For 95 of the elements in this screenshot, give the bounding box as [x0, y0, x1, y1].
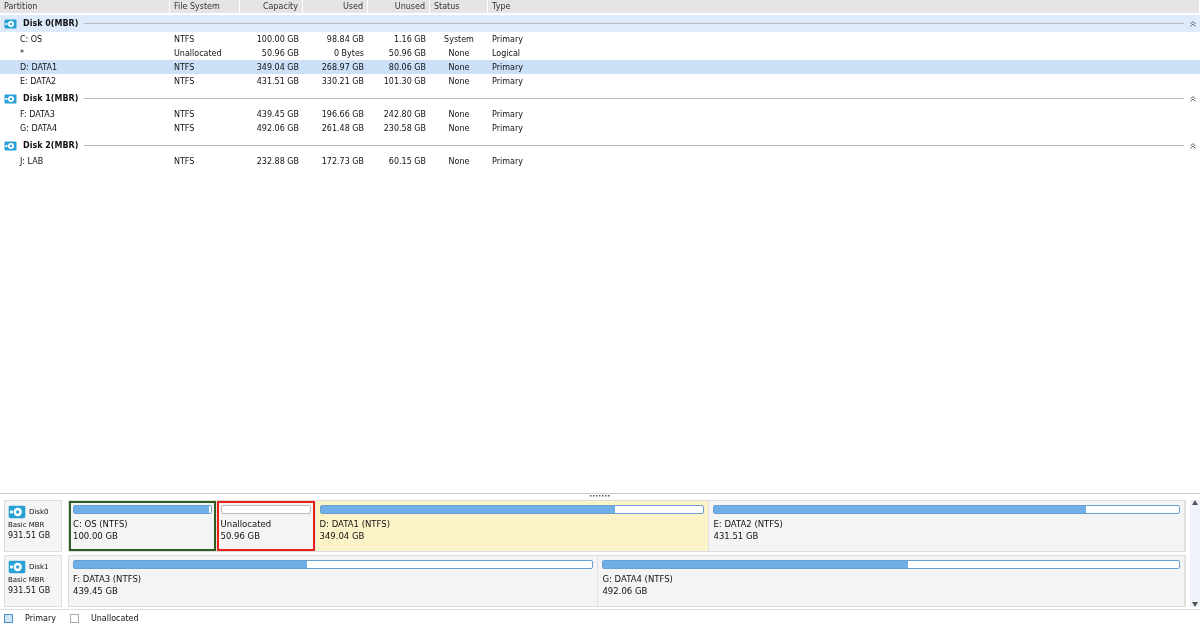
table-cell-text: Unallocated: [173, 48, 223, 58]
partition-block[interactable]: D: DATA1 (NTFS) 349.04 GB: [315, 501, 710, 551]
partition-row[interactable]: D: DATA1 NTFS 349.04 GB 268.97 GB 80.06 GB None Primary: [0, 60, 1200, 74]
column-header[interactable]: Status: [430, 0, 488, 13]
column-header[interactable]: File System: [170, 0, 240, 13]
table-cell-text: None: [447, 76, 471, 86]
table-cell-text: 492.06 GB: [255, 123, 300, 133]
column-header[interactable]: Used: [303, 0, 368, 13]
collapse-icon[interactable]: [1190, 95, 1196, 102]
table-cell-text: NTFS: [173, 123, 196, 133]
table-cell-text: 100.00 GB: [255, 34, 300, 44]
partition-size: 492.06 GB: [602, 586, 649, 596]
partition-row[interactable]: F: DATA3 NTFS 439.45 GB 196.66 GB 242.80 GB None Primary: [0, 107, 1200, 121]
partition-label: G: DATA4 (NTFS): [602, 574, 674, 584]
table-cell-text: None: [447, 156, 471, 166]
table-cell-text: 172.73 GB: [320, 156, 365, 166]
partition-label: D: DATA1 (NTFS): [319, 519, 391, 529]
table-cell-text: Primary: [491, 156, 524, 166]
table-cell-text: System: [443, 34, 475, 44]
partition-label: C: OS (NTFS): [73, 519, 129, 529]
table-cell-text: NTFS: [173, 76, 196, 86]
disk-size: 931.51 GB: [8, 586, 52, 595]
scrollbar[interactable]: [1190, 500, 1200, 607]
partition-size: 50.96 GB: [220, 531, 261, 541]
disk-name: Disk 2(MBR): [23, 141, 79, 150]
table-cell-text: *: [19, 48, 25, 58]
table-cell-text: J: LAB: [18, 156, 45, 166]
table-cell-text: 60.15 GB: [387, 156, 427, 166]
splitter-grip-icon[interactable]: [589, 494, 611, 498]
table-cell-text: C: OS: [19, 34, 44, 44]
table-cell-text: Logical: [491, 48, 522, 58]
table-cell-text: 50.96 GB: [260, 48, 300, 58]
table-cell-text: 0 Bytes: [332, 48, 365, 58]
table-cell-text: NTFS: [173, 109, 196, 119]
table-cell-text: 230.58 GB: [382, 123, 427, 133]
column-header[interactable]: Unused: [368, 0, 430, 13]
disk-group-header[interactable]: Disk 2(MBR): [0, 137, 1200, 154]
partition-size: 431.51 GB: [713, 531, 760, 541]
table-cell-text: 50.96 GB: [387, 48, 427, 58]
table-cell-text: None: [447, 48, 471, 58]
partition-label: Unallocated: [220, 519, 273, 529]
disk-size: 931.51 GB: [8, 531, 52, 540]
table-cell-text: 196.66 GB: [320, 109, 365, 119]
disk-name: Disk 1(MBR): [23, 94, 79, 103]
table-cell-text: 80.06 GB: [387, 62, 427, 72]
table-cell-text: Primary: [491, 34, 524, 44]
table-cell-text: G: DATA4: [19, 123, 59, 133]
table-cell-text: NTFS: [173, 34, 196, 44]
table-cell-text: 232.88 GB: [255, 156, 300, 166]
partition-label: E: DATA2 (NTFS): [713, 519, 784, 529]
partition-row[interactable]: * Unallocated 50.96 GB 0 Bytes 50.96 GB None Logical: [0, 46, 1200, 60]
table-cell-text: None: [447, 62, 471, 72]
column-header[interactable]: Type: [488, 0, 1200, 13]
partition-row[interactable]: G: DATA4 NTFS 492.06 GB 261.48 GB 230.58 GB None Primary: [0, 121, 1200, 135]
partition-row[interactable]: E: DATA2 NTFS 431.51 GB 330.21 GB 101.30 GB None Primary: [0, 74, 1200, 88]
collapse-icon[interactable]: [1190, 20, 1196, 27]
partition-block[interactable]: Unallocated 50.96 GB: [216, 501, 316, 551]
scroll-up-icon[interactable]: [1192, 500, 1198, 505]
disk-group-header[interactable]: Disk 0(MBR): [0, 15, 1200, 32]
table-cell-text: 242.80 GB: [382, 109, 427, 119]
table-cell-text: 1.16 GB: [392, 34, 427, 44]
table-cell-text: E: DATA2: [19, 76, 57, 86]
table-cell-text: NTFS: [173, 156, 196, 166]
disk-group-header[interactable]: Disk 1(MBR): [0, 90, 1200, 107]
table-cell-text: D: DATA1: [19, 62, 59, 72]
table-cell-text: NTFS: [173, 62, 196, 72]
table-cell-text: 330.21 GB: [320, 76, 365, 86]
partition-size: 439.45 GB: [73, 586, 119, 596]
table-cell-text: Primary: [491, 62, 524, 72]
collapse-icon[interactable]: [1190, 142, 1196, 149]
table-cell-text: 439.45 GB: [255, 109, 300, 119]
partition-size: 349.04 GB: [319, 531, 366, 541]
table-cell-text: Primary: [491, 123, 524, 133]
column-header[interactable]: Capacity: [240, 0, 303, 13]
table-cell-text: F: DATA3: [19, 109, 56, 119]
table-cell-text: Primary: [491, 109, 524, 119]
scroll-down-icon[interactable]: [1192, 602, 1198, 607]
table-cell-text: 431.51 GB: [255, 76, 300, 86]
table-cell-text: None: [447, 123, 471, 133]
table-cell-text: None: [447, 109, 471, 119]
partition-label: F: DATA3 (NTFS): [73, 574, 143, 584]
legend-item: Primary: [4, 613, 56, 623]
partition-row[interactable]: C: OS NTFS 100.00 GB 98.84 GB 1.16 GB System Primary: [0, 32, 1200, 46]
table-cell-text: 98.84 GB: [325, 34, 365, 44]
column-header[interactable]: Partition: [0, 0, 170, 13]
partition-block[interactable]: C: OS (NTFS) 100.00 GB: [69, 501, 217, 551]
disk-name: Disk 0(MBR): [23, 19, 79, 28]
table-cell-text: 349.04 GB: [255, 62, 300, 72]
table-cell-text: Primary: [491, 76, 524, 86]
table-cell-text: 101.30 GB: [382, 76, 427, 86]
partition-row[interactable]: J: LAB NTFS 232.88 GB 172.73 GB 60.15 GB None Primary: [0, 154, 1200, 168]
partition-size: 100.00 GB: [73, 531, 119, 541]
legend-item: Unallocated: [69, 613, 139, 623]
table-cell-text: 261.48 GB: [320, 123, 365, 133]
table-cell-text: 268.97 GB: [320, 62, 365, 72]
